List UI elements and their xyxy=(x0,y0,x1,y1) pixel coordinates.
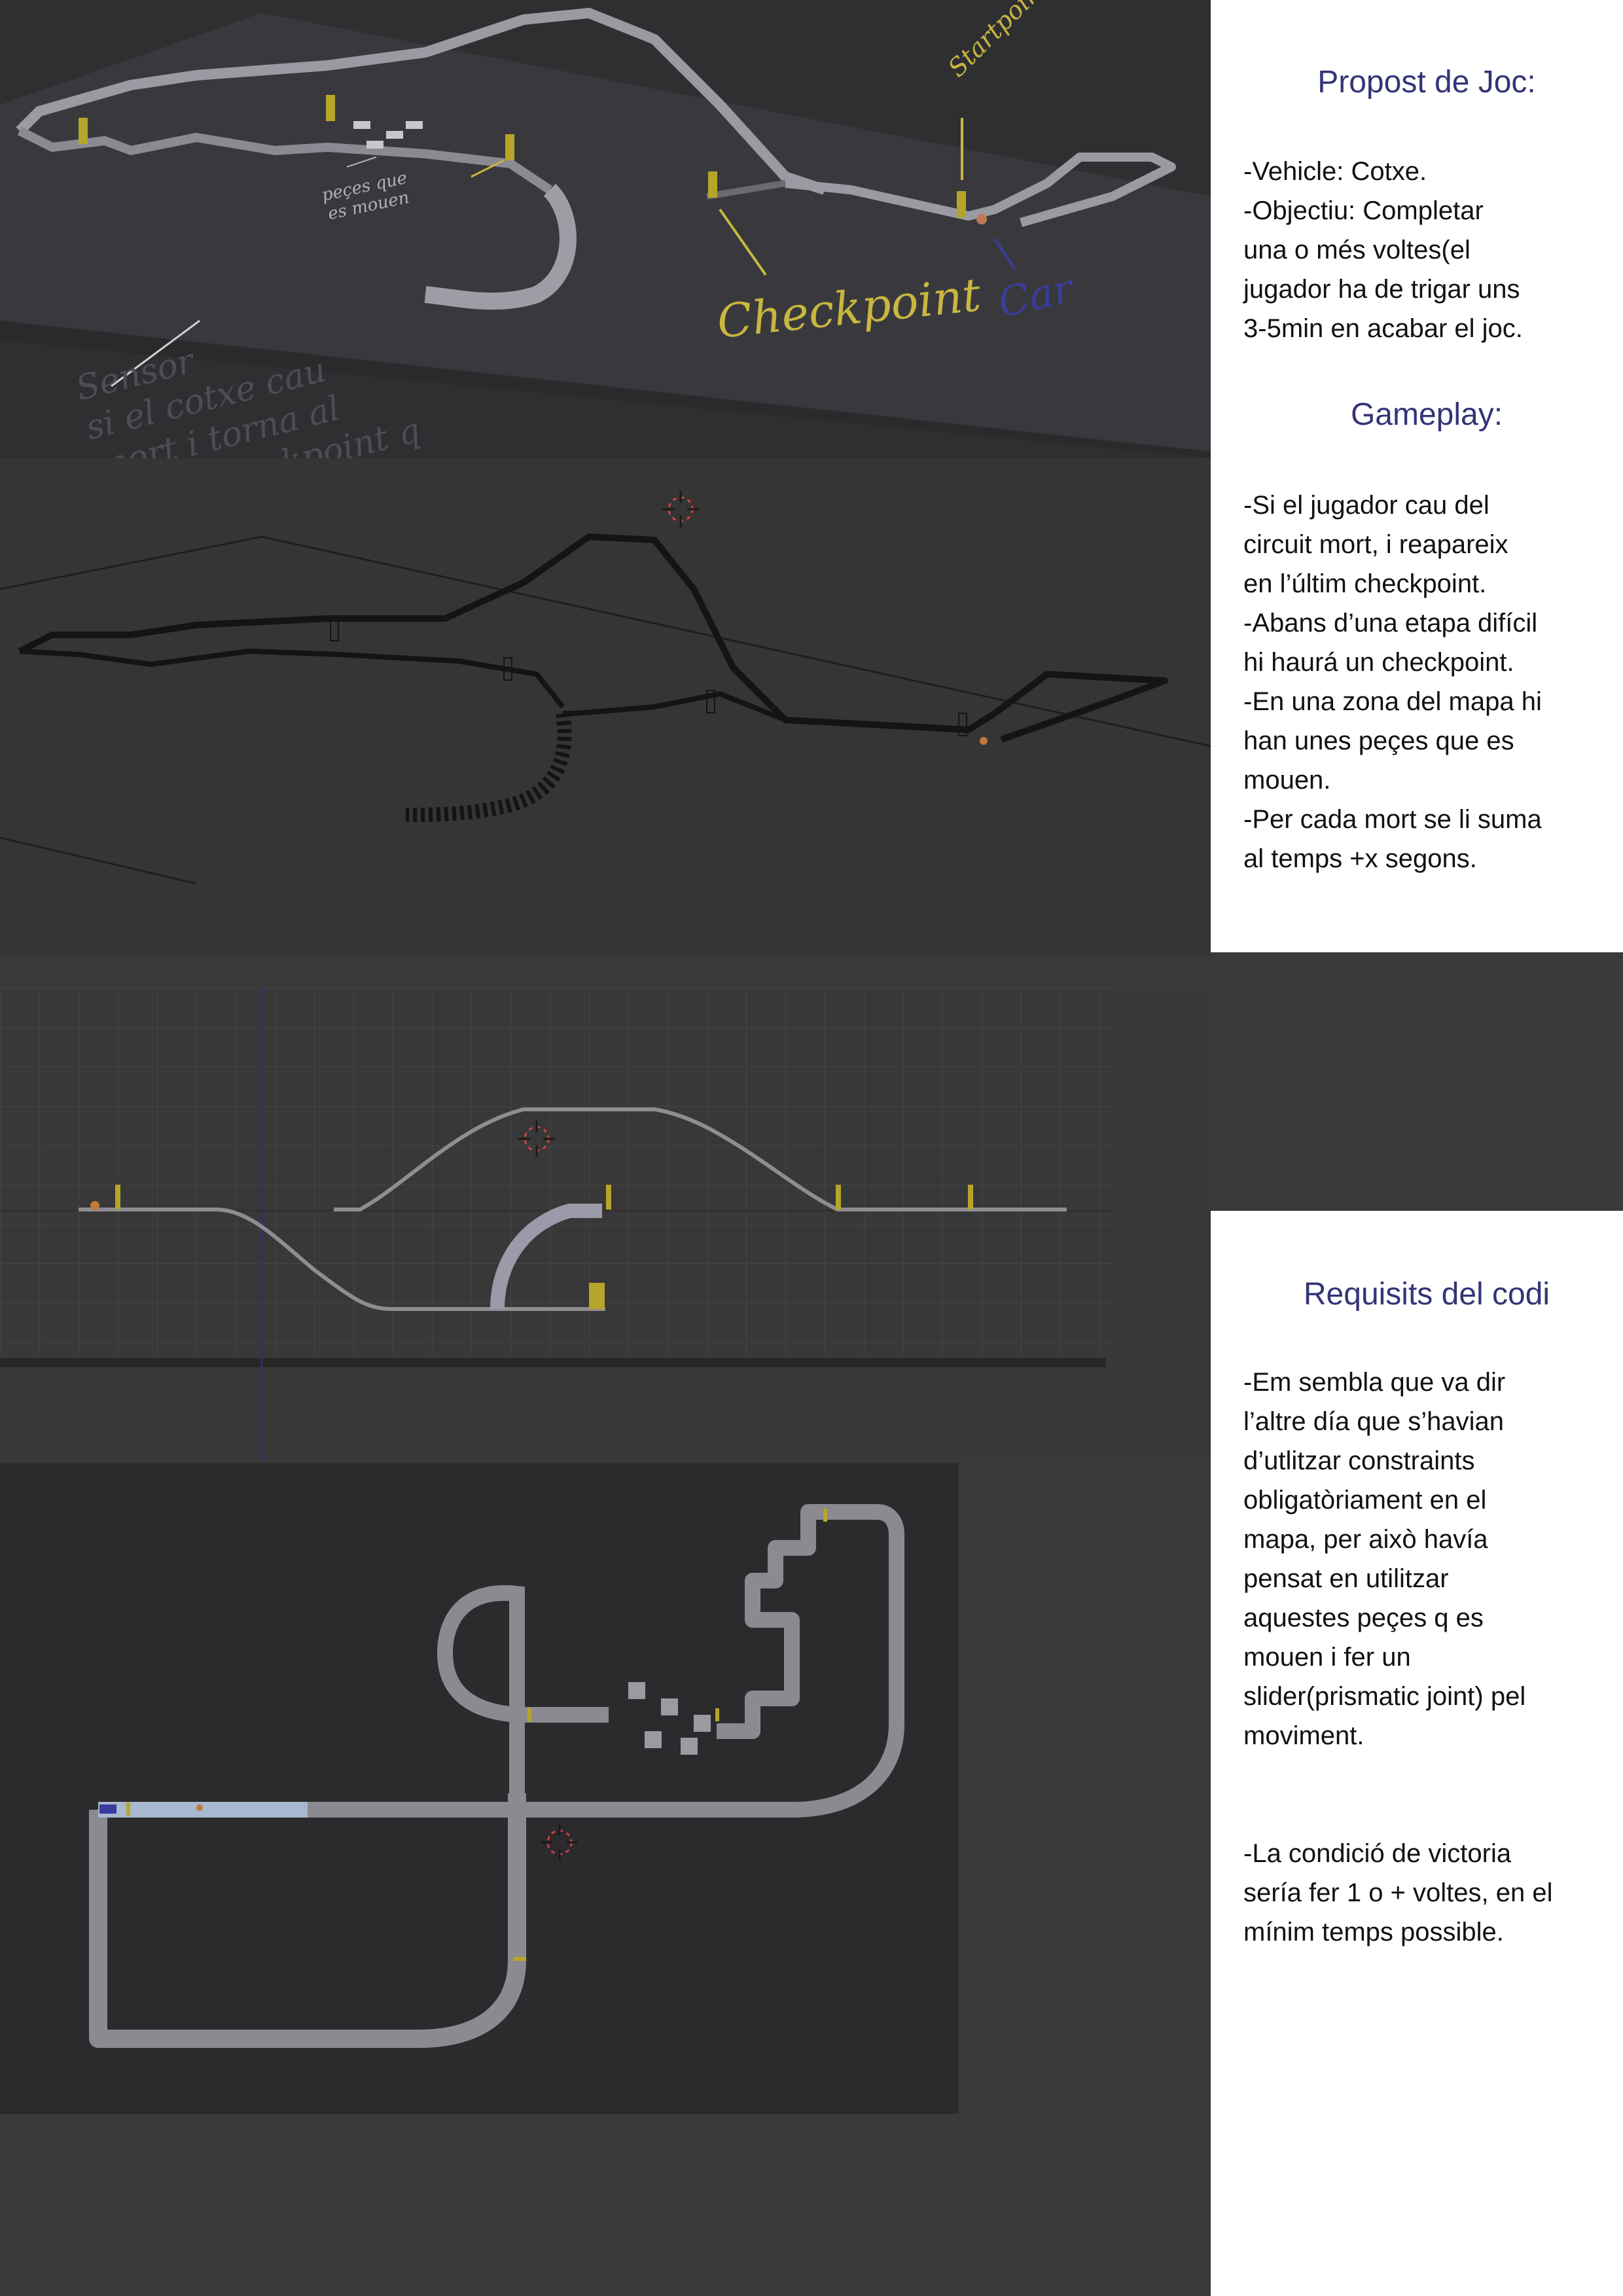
car xyxy=(976,214,987,224)
checkpoint-marker xyxy=(513,1957,526,1961)
moving-piece xyxy=(681,1738,698,1755)
wire-track-segment xyxy=(563,691,787,723)
car xyxy=(196,1804,203,1811)
requirements-text: -Em sembla que va dir l’altre día que s’… xyxy=(1243,1368,1526,1750)
gameplay-heading: Gameplay: xyxy=(1350,397,1503,432)
3d-cursor-icon xyxy=(662,491,699,528)
wire-track-segment xyxy=(19,649,565,709)
viewport-side-ortho[interactable] xyxy=(0,988,1211,1460)
checkpoint-marker xyxy=(527,1708,531,1721)
panel-gap xyxy=(1211,952,1623,1211)
checkpoint-marker xyxy=(708,171,717,198)
checkpoint-marker xyxy=(505,134,514,160)
checkpoint-marker xyxy=(589,1283,605,1309)
moving-piece xyxy=(661,1698,678,1715)
checkpoint-marker xyxy=(326,95,335,121)
ground-edge-line xyxy=(0,836,197,885)
victory-text: -La condició de victoria sería fer 1 o +… xyxy=(1243,1839,1553,1946)
checkpoint-marker xyxy=(715,1708,719,1721)
checkpoint-marker xyxy=(957,191,966,217)
moving-piece xyxy=(694,1715,711,1732)
viewport-top-ortho[interactable] xyxy=(0,1463,1211,2114)
checkpoint-marker xyxy=(968,1185,973,1210)
car xyxy=(980,737,988,745)
proposal-heading: Propost de Joc: xyxy=(1317,65,1536,99)
checkpoint-marker xyxy=(823,1509,827,1522)
moving-piece xyxy=(386,131,403,139)
viewport-perspective-shaded[interactable]: Checkpoint Car Startpoint peçes que es m… xyxy=(0,0,1211,458)
proposal-text: -Vehicle: Cotxe. -Objectiu: Completar un… xyxy=(1243,157,1523,343)
checkpoint-marker xyxy=(115,1185,120,1210)
proposal-panel: Propost de Joc: -Vehicle: Cotxe. -Object… xyxy=(1211,0,1623,952)
moving-piece xyxy=(628,1682,645,1699)
checkpoint-marker xyxy=(126,1803,130,1816)
checkpoint-marker xyxy=(79,118,88,144)
viewport-perspective-wireframe[interactable] xyxy=(0,458,1211,956)
ortho-grid xyxy=(0,988,1113,1355)
wire-track-segment xyxy=(18,533,1168,743)
ortho-bottom-bar xyxy=(0,1358,1106,1367)
moving-piece xyxy=(353,121,370,129)
wire-checkpoint xyxy=(330,618,339,641)
moving-piece xyxy=(406,121,423,129)
ground-edge-line xyxy=(0,535,1211,747)
requirements-panel: Requisits del codi -Em sembla que va dir… xyxy=(1211,1211,1623,2296)
checkpoint-marker xyxy=(836,1185,841,1210)
moving-piece xyxy=(645,1731,662,1748)
moving-piece xyxy=(366,141,383,149)
checkpoint-marker xyxy=(606,1185,611,1210)
requirements-heading: Requisits del codi xyxy=(1303,1277,1550,1312)
gameplay-text: -Si el jugador cau del circuit mort, i r… xyxy=(1243,491,1542,873)
car xyxy=(90,1201,99,1210)
top-view-margin xyxy=(959,1463,1211,2114)
editor-empty-area xyxy=(0,2114,1211,2296)
wire-track-curve xyxy=(405,712,572,822)
start-marker xyxy=(99,1804,116,1814)
